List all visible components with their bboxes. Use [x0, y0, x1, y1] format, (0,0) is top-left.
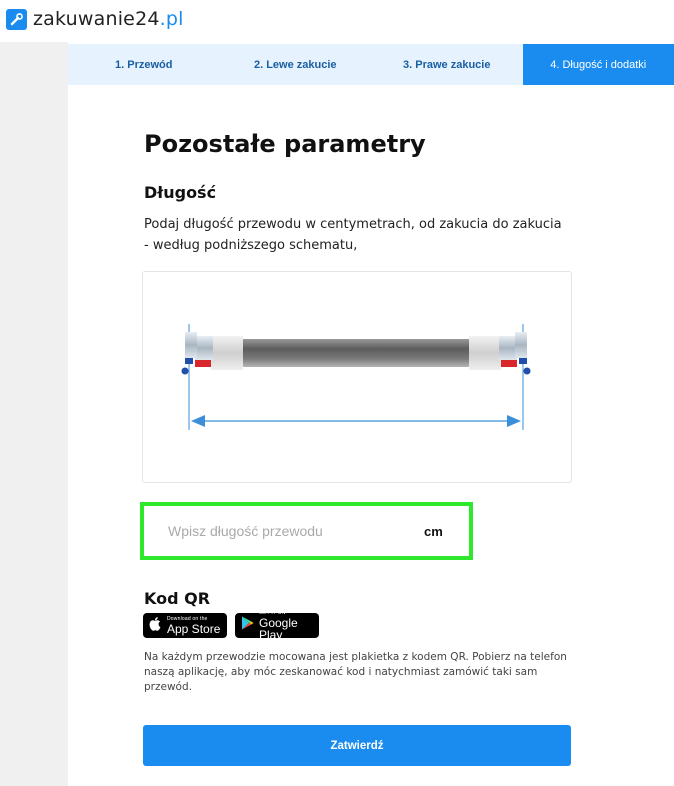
tab-step-3[interactable]: 3. Prawe zakucie: [371, 44, 523, 85]
brand-name-text: zakuwanie24: [33, 8, 160, 30]
apple-icon: [149, 616, 162, 636]
app-store-big-text: App Store: [167, 621, 221, 636]
hose-diagram-illustration: [181, 324, 531, 430]
google-play-button[interactable]: GET IT ON Google Play: [235, 609, 319, 642]
length-input[interactable]: [168, 511, 418, 551]
brand-tld: .pl: [159, 8, 184, 30]
tab-step-1[interactable]: 1. Przewód: [68, 44, 220, 85]
page-title: Pozostałe parametry: [144, 130, 426, 158]
submit-button[interactable]: Zatwierdź: [143, 725, 571, 766]
app-store-small-text: Download on the: [167, 615, 208, 622]
step-tabs: 1. Przewód 2. Lewe zakucie 3. Prawe zaku…: [68, 44, 674, 85]
length-heading: Długość: [144, 183, 217, 202]
hose-length-diagram: [142, 271, 572, 483]
google-play-icon: [241, 616, 254, 635]
logo[interactable]: zakuwanie24.pl: [6, 6, 184, 32]
google-play-small-text: GET IT ON: [259, 609, 286, 616]
google-play-big-text: Google Play: [259, 615, 298, 642]
brand-name: zakuwanie24.pl: [33, 8, 184, 30]
left-gutter: [0, 42, 68, 786]
qr-heading: Kod QR: [144, 589, 211, 608]
tab-step-4[interactable]: 4. Długość i dodatki: [522, 44, 674, 85]
wrench-logo-icon: [6, 8, 27, 30]
tab-step-2[interactable]: 2. Lewe zakucie: [220, 44, 372, 85]
length-field-container: cm: [140, 502, 473, 560]
app-store-button[interactable]: Download on the App Store: [143, 613, 227, 638]
qr-note: Na każdym przewodzie mocowana jest plaki…: [144, 651, 567, 693]
length-unit: cm: [424, 523, 443, 539]
length-description: Podaj długość przewodu w centymetrach, o…: [144, 217, 562, 253]
